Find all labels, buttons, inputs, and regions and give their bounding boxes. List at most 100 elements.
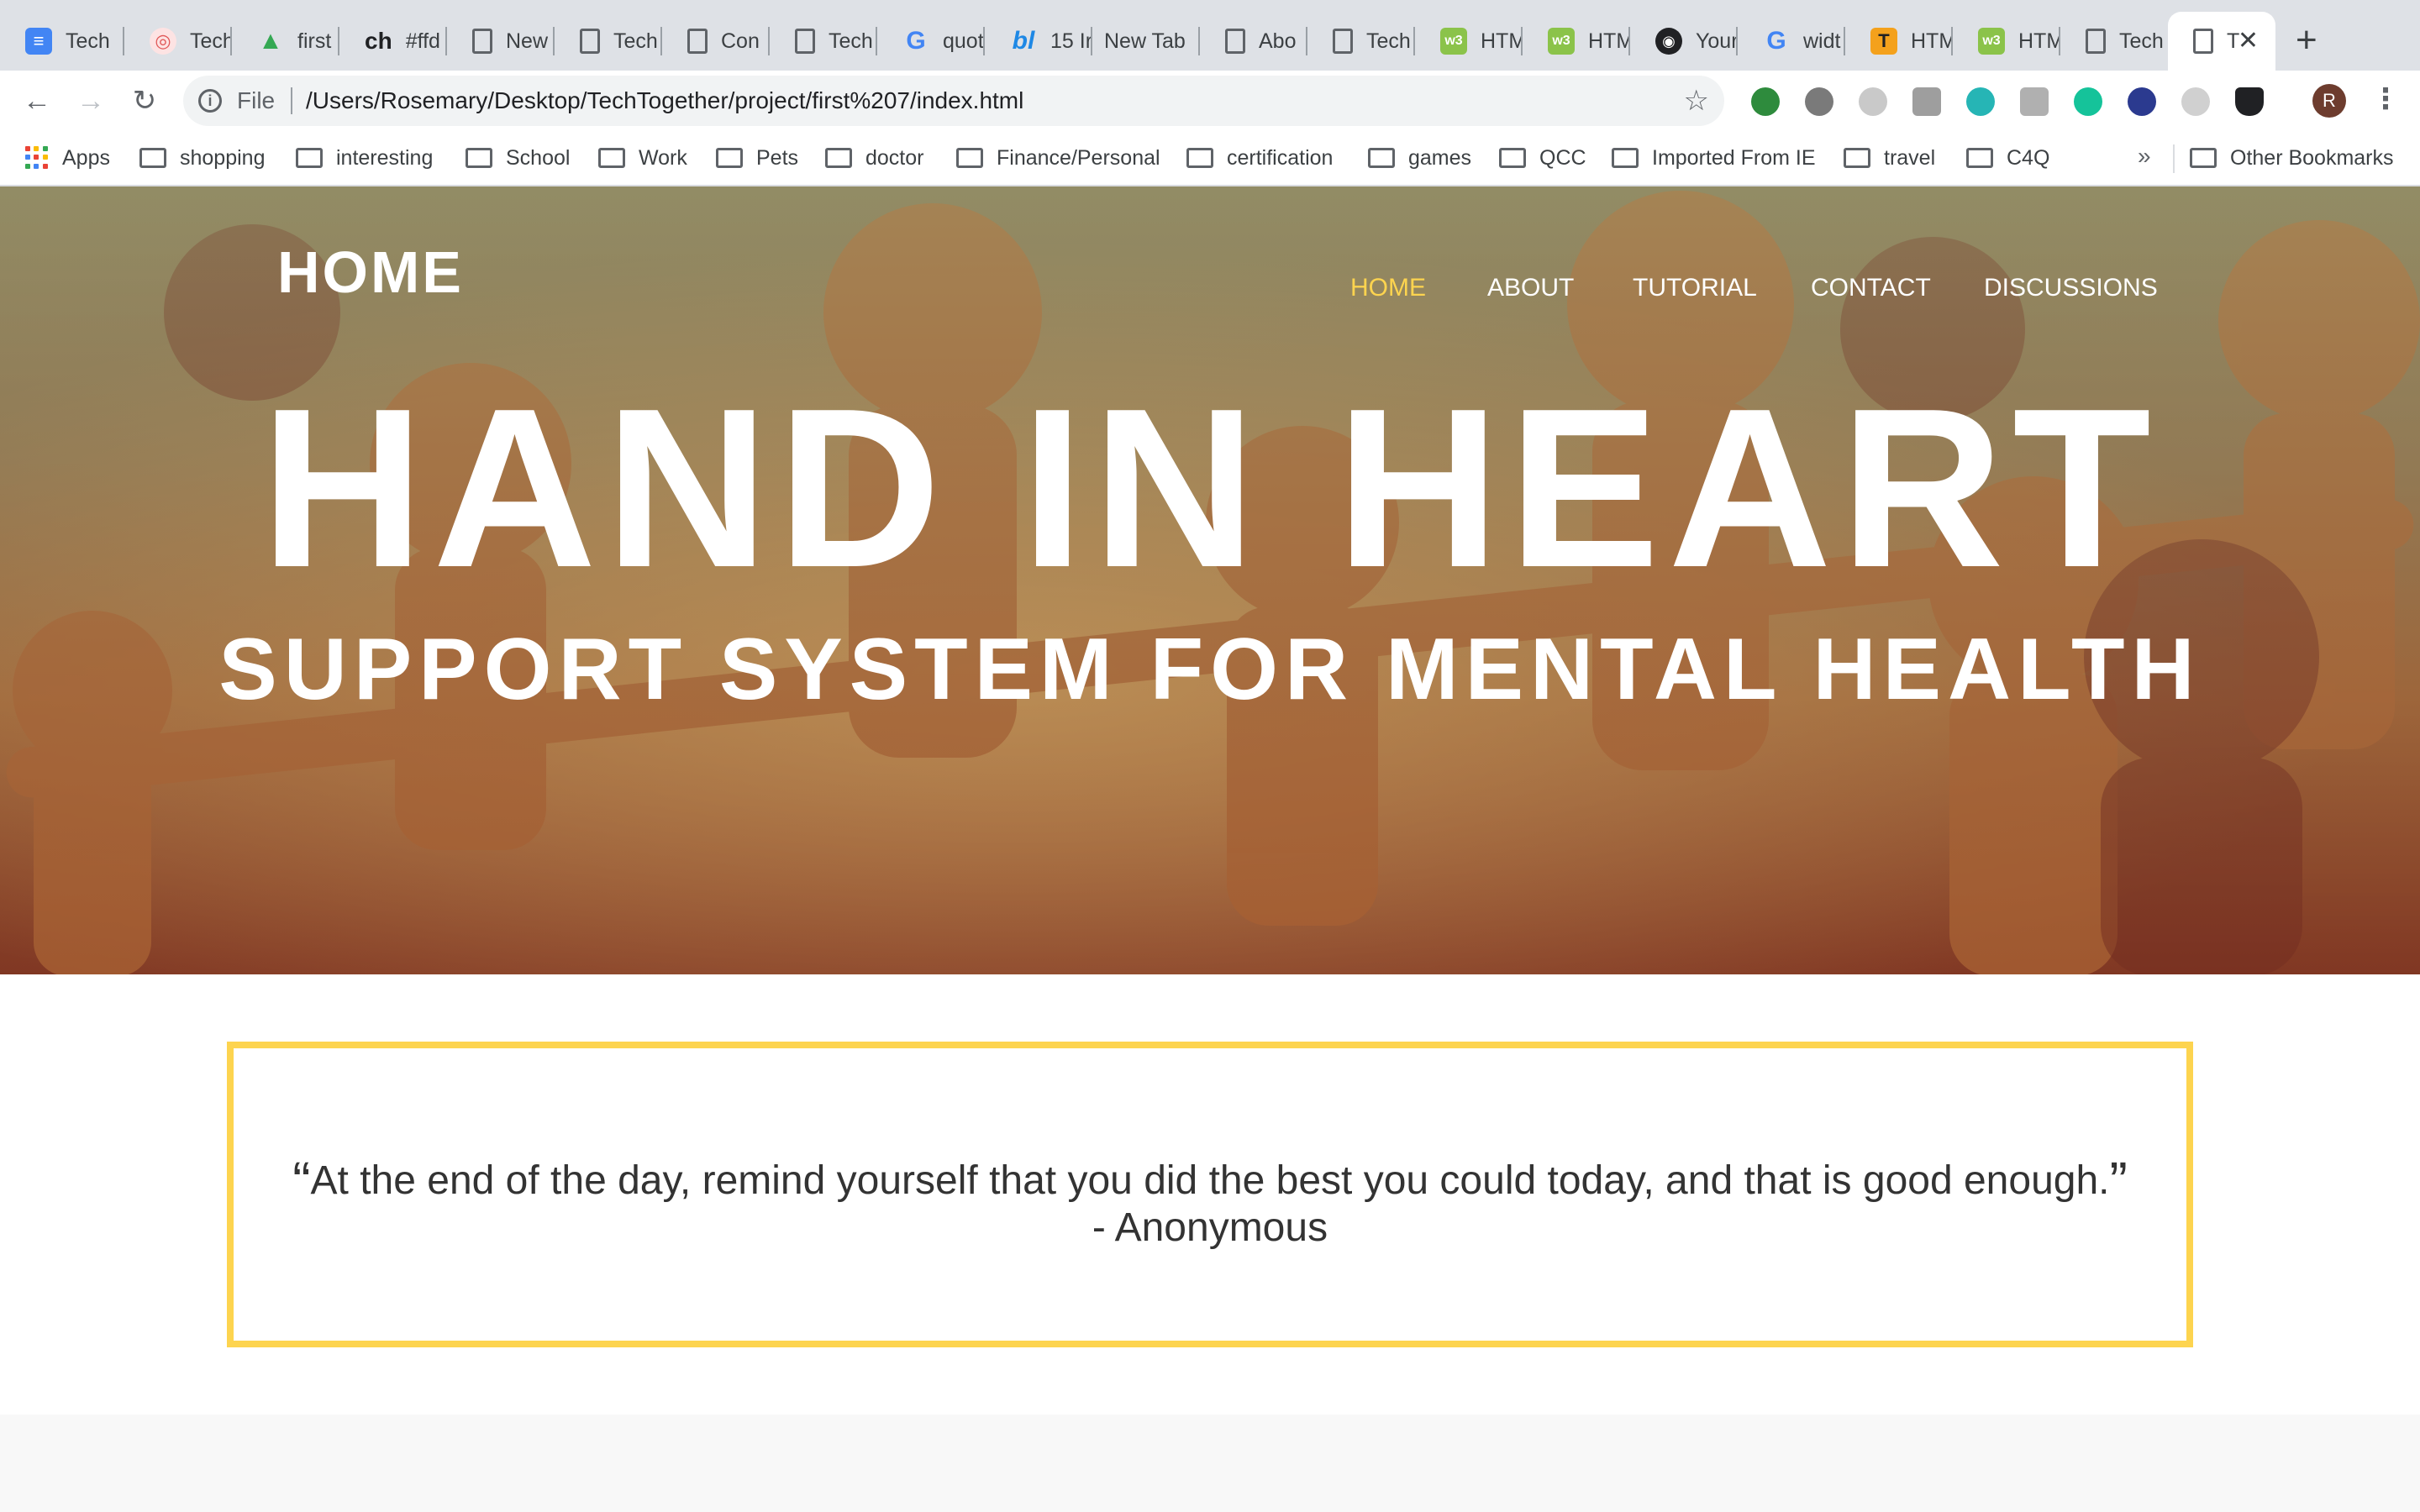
- bookmark-folder[interactable]: C4Q: [1966, 141, 2049, 175]
- new-tab-plus-icon[interactable]: +: [2296, 22, 2317, 59]
- target-icon: ◎: [150, 28, 176, 55]
- page-icon: [472, 29, 492, 54]
- nav-tutorial[interactable]: TUTORIAL: [1633, 274, 1757, 302]
- browser-tab[interactable]: Tech: [1307, 12, 1415, 71]
- quote-text: “At the end of the day, remind yourself …: [284, 1154, 2136, 1252]
- extension-globe-icon[interactable]: [1805, 87, 1833, 116]
- browser-tab[interactable]: New Tab: [1092, 12, 1200, 71]
- site-logo[interactable]: HOME: [277, 239, 464, 306]
- browser-tab[interactable]: Tech: [2060, 12, 2168, 71]
- browser-tab[interactable]: w3 HTM: [1415, 12, 1523, 71]
- folder-icon: [1186, 148, 1213, 168]
- folder-icon: [2190, 148, 2217, 168]
- bookmark-folder[interactable]: interesting: [296, 141, 433, 175]
- google-icon: G: [906, 27, 926, 55]
- browser-tab[interactable]: ch #ffd: [339, 12, 447, 71]
- bookmark-folder[interactable]: doctor: [825, 141, 923, 175]
- browser-tab[interactable]: G widt: [1738, 12, 1845, 71]
- page-icon: [687, 29, 708, 54]
- info-icon[interactable]: i: [198, 89, 222, 113]
- address-bar[interactable]: i File /Users/Rosemary/Desktop/TechToget…: [183, 76, 1724, 126]
- quote-attribution: - Anonymous: [1092, 1205, 1328, 1250]
- back-arrow-icon[interactable]: ←: [18, 82, 55, 119]
- nav-home[interactable]: HOME: [1350, 274, 1426, 302]
- browser-tab[interactable]: w3 HTM: [1953, 12, 2060, 71]
- browser-tab[interactable]: Tech: [770, 12, 877, 71]
- page-icon: [2193, 29, 2213, 54]
- nav-about[interactable]: ABOUT: [1487, 274, 1574, 302]
- bookmarks-bar: Apps shopping interesting School Work Pe…: [0, 131, 2420, 186]
- bookmark-folder[interactable]: School: [466, 141, 570, 175]
- quote-card: “At the end of the day, remind yourself …: [227, 1042, 2193, 1347]
- browser-tab[interactable]: ▲ first: [232, 12, 339, 71]
- browser-toolbar: ← → ↻ i File /Users/Rosemary/Desktop/Tec…: [0, 71, 2420, 131]
- bookmark-folder[interactable]: Finance/Personal: [956, 141, 1160, 175]
- extension-circle-icon[interactable]: [2181, 87, 2210, 116]
- bookmark-folder[interactable]: QCC: [1499, 141, 1586, 175]
- browser-tab[interactable]: Con: [662, 12, 770, 71]
- browser-menu-icon[interactable]: ⋮: [2371, 82, 2400, 116]
- browser-tab[interactable]: Tech: [555, 12, 662, 71]
- drive-icon: ▲: [258, 27, 283, 55]
- page-icon: [1225, 29, 1245, 54]
- w3-icon: w3: [1978, 28, 2005, 55]
- extension-tool-icon[interactable]: [2020, 87, 2049, 116]
- browser-tab[interactable]: Abo: [1200, 12, 1307, 71]
- reload-icon[interactable]: ↻: [126, 82, 163, 119]
- browser-tab[interactable]: ◎ Tech: [124, 12, 232, 71]
- extension-leaf-icon[interactable]: [1859, 87, 1887, 116]
- folder-icon: [1368, 148, 1395, 168]
- quote-body: At the end of the day, remind yourself t…: [310, 1158, 2110, 1203]
- w3-icon: w3: [1548, 28, 1575, 55]
- folder-icon: [825, 148, 852, 168]
- bookmark-folder[interactable]: travel: [1844, 141, 1935, 175]
- bookmark-apps[interactable]: Apps: [25, 141, 110, 175]
- browser-tab[interactable]: ≡ Tech: [0, 12, 124, 71]
- page-icon: [2086, 29, 2106, 54]
- address-url[interactable]: /Users/Rosemary/Desktop/TechTogether/pro…: [306, 87, 1023, 114]
- folder-icon: [1499, 148, 1526, 168]
- browser-tab[interactable]: New: [447, 12, 555, 71]
- close-quote-mark: ”: [2109, 1151, 2128, 1211]
- browser-tab[interactable]: ◉ Your: [1630, 12, 1738, 71]
- folder-icon: [139, 148, 166, 168]
- nav-contact[interactable]: CONTACT: [1811, 274, 1931, 302]
- browser-tab[interactable]: w3 HTM: [1523, 12, 1630, 71]
- github-icon: ◉: [1655, 28, 1682, 55]
- bl-icon: bl: [1012, 27, 1035, 55]
- profile-avatar[interactable]: R: [2312, 84, 2346, 118]
- folder-icon: [956, 148, 983, 168]
- folder-icon: [296, 148, 323, 168]
- forward-arrow-icon[interactable]: →: [72, 82, 109, 119]
- bookmark-star-icon[interactable]: ☆: [1684, 84, 1709, 118]
- other-bookmarks[interactable]: Other Bookmarks: [2190, 141, 2394, 175]
- browser-tab-strip: ≡ Tech ◎ Tech ▲ first ch #ffd New Tech C…: [0, 0, 2420, 71]
- bookmarks-overflow-button[interactable]: »: [2138, 143, 2151, 170]
- page-icon: [1333, 29, 1353, 54]
- browser-tab[interactable]: G quot: [877, 12, 985, 71]
- close-tab-icon[interactable]: ✕: [2238, 27, 2259, 55]
- apps-grid-icon: [25, 146, 49, 170]
- extension-m-icon[interactable]: [1966, 87, 1995, 116]
- bookmark-folder[interactable]: certification: [1186, 141, 1333, 175]
- bookmark-folder[interactable]: Work: [598, 141, 687, 175]
- extension-grammar-icon[interactable]: [1751, 87, 1780, 116]
- extension-shield-icon[interactable]: [2235, 87, 2264, 116]
- hero-title: HAND IN HEART: [260, 362, 2160, 615]
- extension-terminal-icon[interactable]: [1912, 87, 1941, 116]
- hero-banner: HOME HOME ABOUT TUTORIAL CONTACT DISCUSS…: [0, 186, 2420, 974]
- folder-icon: [1844, 148, 1870, 168]
- bookmark-folder[interactable]: Imported From IE: [1612, 141, 1816, 175]
- browser-tab[interactable]: bl 15 Ir: [985, 12, 1092, 71]
- browser-tab[interactable]: T HTM: [1845, 12, 1953, 71]
- bookmark-folder[interactable]: games: [1368, 141, 1471, 175]
- bookmark-folder[interactable]: shopping: [139, 141, 265, 175]
- browser-tab-active[interactable]: T ✕: [2168, 12, 2275, 71]
- extension-grammarly-icon[interactable]: [2074, 87, 2102, 116]
- nav-discussions[interactable]: DISCUSSIONS: [1984, 274, 2158, 302]
- docs-icon: ≡: [25, 28, 52, 55]
- page-icon: [795, 29, 815, 54]
- w3-icon: w3: [1440, 28, 1467, 55]
- bookmark-folder[interactable]: Pets: [716, 141, 798, 175]
- extension-rocket-icon[interactable]: [2128, 87, 2156, 116]
